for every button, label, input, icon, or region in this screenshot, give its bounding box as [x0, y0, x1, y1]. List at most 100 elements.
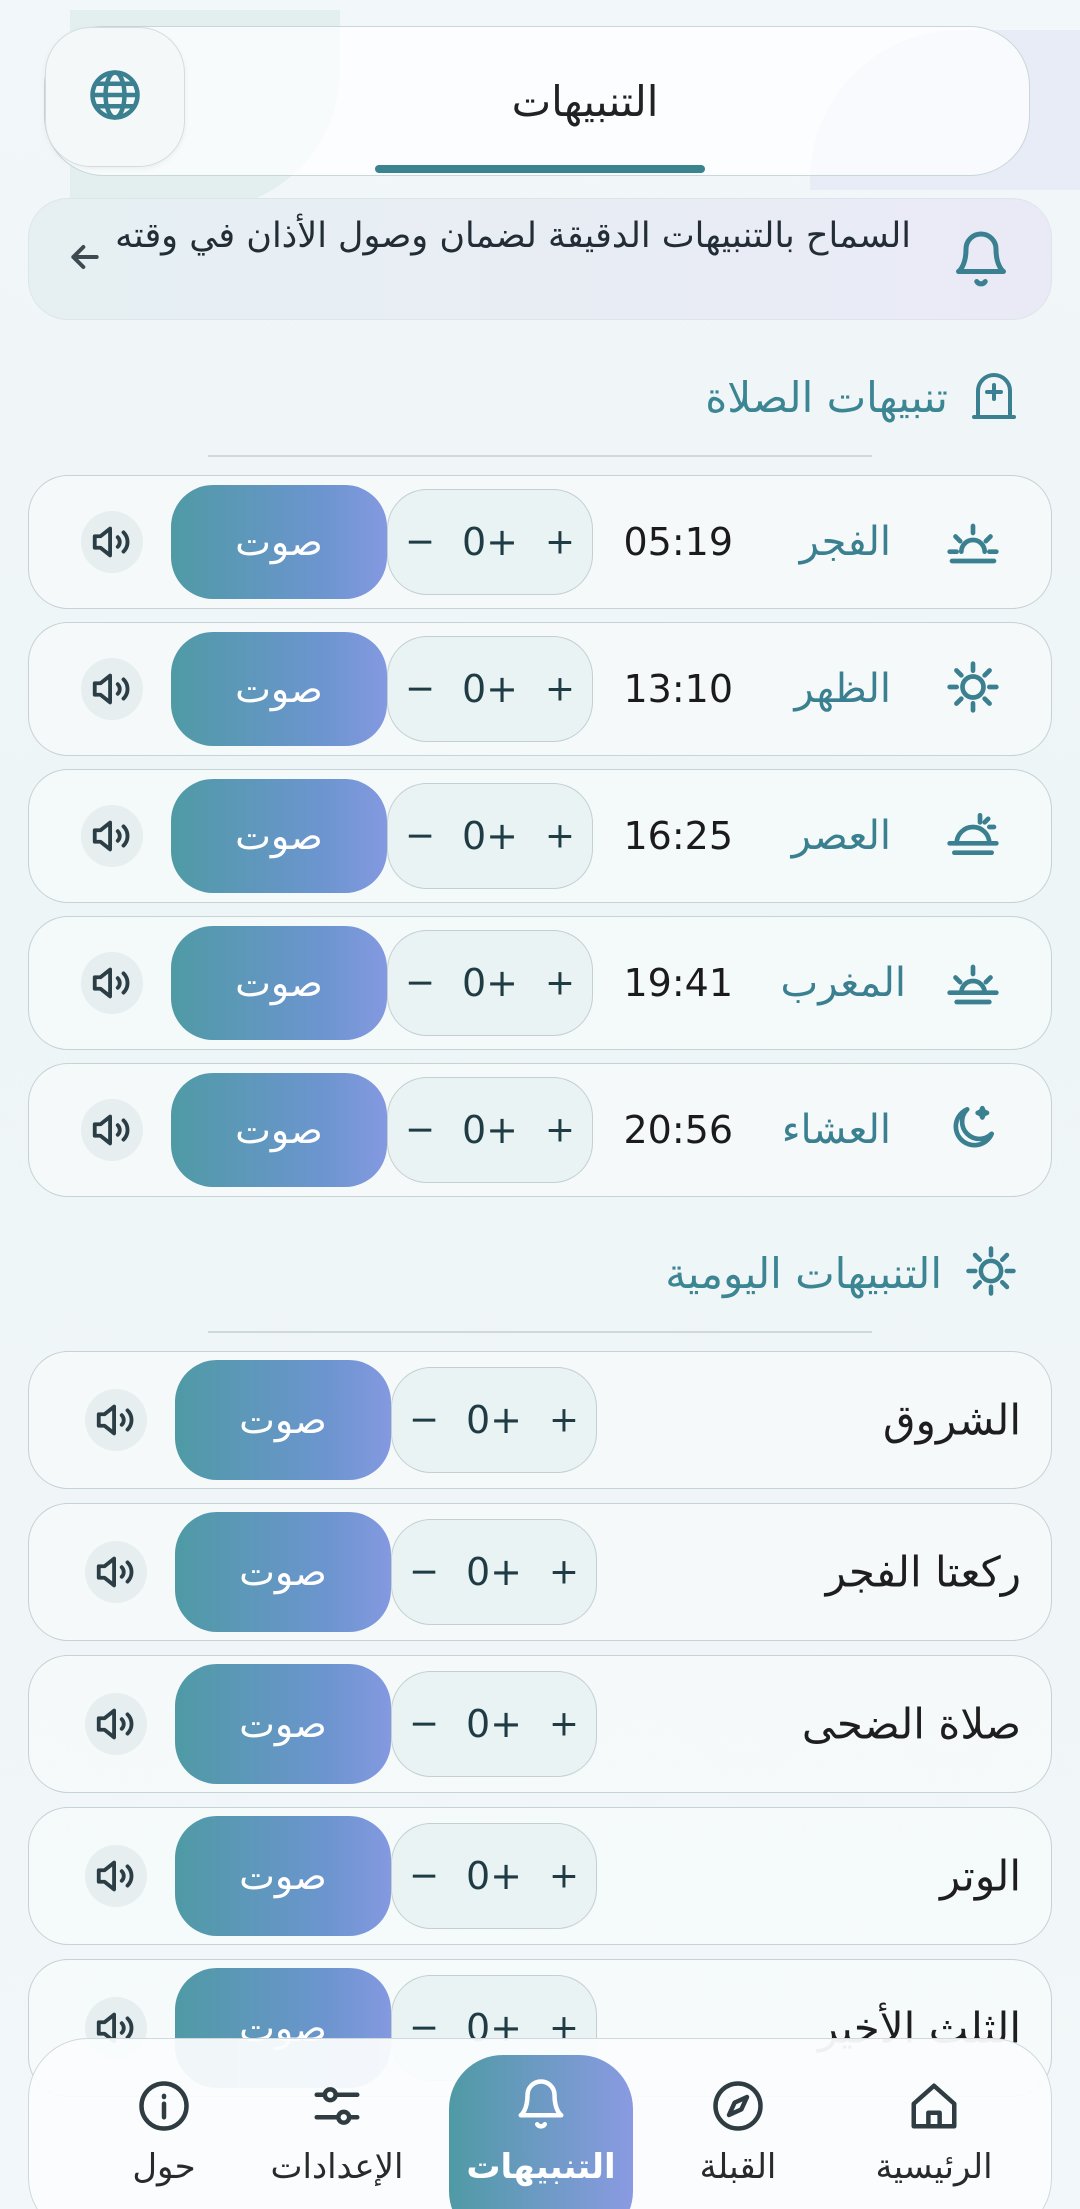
page-title: التنبيهات — [511, 77, 659, 126]
prayer-row-asr: العصر 16:25 + 0+ − صوت — [28, 769, 1052, 903]
offset-value: 0+ — [461, 961, 519, 1005]
nav-about[interactable]: حول — [69, 2039, 259, 2209]
bottom-navigation: حول الإعدادات التنبيهات القبلة الرئيسية — [28, 2038, 1052, 2209]
offset-stepper: + 0+ − — [387, 930, 593, 1036]
offset-stepper: + 0+ − — [391, 1367, 597, 1473]
increase-button[interactable]: + — [546, 1856, 582, 1897]
arrow-left-icon[interactable] — [65, 237, 105, 281]
sun-cloud-icon — [945, 806, 1001, 866]
decrease-button[interactable]: − — [406, 1704, 442, 1745]
banner-text: السماح بالتنبيهات الدقيقة لضمان وصول الأ… — [115, 216, 911, 256]
sound-button[interactable]: صوت — [175, 1664, 391, 1784]
increase-button[interactable]: + — [542, 669, 578, 710]
daily-row: الشروق + 0+ − صوت — [28, 1351, 1052, 1489]
increase-button[interactable]: + — [542, 1110, 578, 1151]
language-button[interactable] — [45, 27, 185, 167]
sliders-icon — [310, 2079, 364, 2137]
offset-value: 0+ — [465, 1398, 523, 1442]
prayer-time: 13:10 — [623, 667, 733, 711]
bell-icon — [951, 229, 1011, 293]
prayer-time: 05:19 — [623, 520, 733, 564]
speaker-icon[interactable] — [81, 658, 143, 720]
compass-icon — [711, 2079, 765, 2137]
increase-button[interactable]: + — [542, 816, 578, 857]
prayer-time: 16:25 — [623, 814, 733, 858]
nav-settings[interactable]: الإعدادات — [242, 2039, 432, 2209]
increase-button[interactable]: + — [542, 963, 578, 1004]
nav-qibla[interactable]: القبلة — [643, 2039, 833, 2209]
home-icon — [907, 2079, 961, 2137]
prayer-name: العشاء — [781, 1107, 891, 1153]
nav-label: التنبيهات — [466, 2147, 616, 2187]
prayer-name: الفجر — [799, 519, 891, 565]
sound-button[interactable]: صوت — [171, 485, 387, 599]
section-title: تنبيهات الصلاة — [705, 372, 948, 422]
nav-label: الإعدادات — [270, 2147, 404, 2187]
sound-button[interactable]: صوت — [171, 632, 387, 746]
divider — [208, 455, 872, 457]
alert-name: ركعتا الفجر — [825, 1547, 1021, 1597]
info-icon — [137, 2079, 191, 2137]
sound-button[interactable]: صوت — [175, 1360, 391, 1480]
speaker-icon[interactable] — [85, 1541, 147, 1603]
offset-value: 0+ — [461, 1108, 519, 1152]
increase-button[interactable]: + — [542, 522, 578, 563]
prayer-name: المغرب — [780, 960, 906, 1006]
nav-label: الرئيسية — [875, 2147, 993, 2187]
moon-icon — [945, 1100, 1001, 1160]
offset-value: 0+ — [461, 520, 519, 564]
decrease-button[interactable]: − — [406, 1400, 442, 1441]
top-bar: التنبيهات — [44, 26, 1030, 176]
globe-icon — [88, 68, 142, 126]
prayer-row-dhuhr: الظهر 13:10 + 0+ − صوت — [28, 622, 1052, 756]
speaker-icon[interactable] — [81, 511, 143, 573]
daily-section-header: التنبيهات اليومية — [665, 1238, 1018, 1308]
prayer-name: العصر — [791, 813, 891, 859]
sound-button[interactable]: صوت — [171, 926, 387, 1040]
increase-button[interactable]: + — [546, 1400, 582, 1441]
offset-value: 0+ — [461, 814, 519, 858]
sound-button[interactable]: صوت — [175, 1512, 391, 1632]
increase-button[interactable]: + — [546, 1552, 582, 1593]
speaker-icon[interactable] — [81, 805, 143, 867]
speaker-icon[interactable] — [85, 1845, 147, 1907]
offset-stepper: + 0+ − — [387, 783, 593, 889]
section-title: التنبيهات اليومية — [665, 1248, 942, 1298]
offset-value: 0+ — [465, 1702, 523, 1746]
prayer-row-isha: العشاء 20:56 + 0+ − صوت — [28, 1063, 1052, 1197]
decrease-button[interactable]: − — [402, 1110, 438, 1151]
speaker-icon[interactable] — [85, 1693, 147, 1755]
speaker-icon[interactable] — [81, 952, 143, 1014]
prayer-row-fajr: الفجر 05:19 + 0+ − صوت — [28, 475, 1052, 609]
prayer-name: الظهر — [794, 666, 891, 712]
offset-stepper: + 0+ − — [387, 1077, 593, 1183]
daily-row: الوتر + 0+ − صوت — [28, 1807, 1052, 1945]
increase-button[interactable]: + — [546, 1704, 582, 1745]
sound-button[interactable]: صوت — [175, 1816, 391, 1936]
sound-button[interactable]: صوت — [171, 779, 387, 893]
decrease-button[interactable]: − — [402, 963, 438, 1004]
decrease-button[interactable]: − — [406, 1856, 442, 1897]
sunrise-icon — [945, 512, 1001, 572]
alert-name: الشروق — [883, 1395, 1021, 1445]
bell-icon — [514, 2077, 568, 2135]
nav-alerts[interactable]: التنبيهات — [449, 2055, 633, 2209]
speaker-icon[interactable] — [81, 1099, 143, 1161]
offset-stepper: + 0+ − — [387, 636, 593, 742]
sound-button[interactable]: صوت — [171, 1073, 387, 1187]
decrease-button[interactable]: − — [406, 1552, 442, 1593]
nav-label: حول — [132, 2147, 196, 2187]
decrease-button[interactable]: − — [402, 816, 438, 857]
offset-stepper: + 0+ − — [391, 1823, 597, 1929]
daily-row: صلاة الضحى + 0+ − صوت — [28, 1655, 1052, 1793]
decrease-button[interactable]: − — [402, 522, 438, 563]
speaker-icon[interactable] — [85, 1389, 147, 1451]
sun-icon — [945, 659, 1001, 719]
decrease-button[interactable]: − — [402, 669, 438, 710]
offset-value: 0+ — [465, 1854, 523, 1898]
exact-alarm-banner[interactable]: السماح بالتنبيهات الدقيقة لضمان وصول الأ… — [28, 198, 1052, 320]
prayer-time: 20:56 — [623, 1108, 733, 1152]
offset-stepper: + 0+ − — [391, 1671, 597, 1777]
nav-home[interactable]: الرئيسية — [839, 2039, 1029, 2209]
offset-stepper: + 0+ − — [391, 1519, 597, 1625]
